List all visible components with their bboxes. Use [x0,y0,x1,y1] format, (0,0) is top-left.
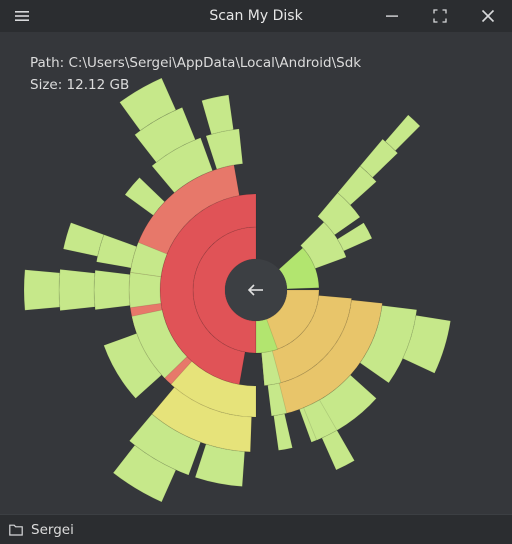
sunburst-segment[interactable] [58,268,96,312]
app-window: Scan My Disk Path: C:\Users\Sergei\AppDa… [0,0,512,544]
sunburst-segment[interactable] [23,269,61,311]
sunburst-segment[interactable] [128,271,162,309]
hamburger-menu-icon[interactable] [10,4,34,28]
sunburst-segment[interactable] [273,413,293,451]
sunburst-segment[interactable] [95,234,138,269]
status-folder-label[interactable]: Sergei [31,522,74,538]
close-icon[interactable] [476,4,500,28]
sunburst-chart [23,77,452,503]
sunburst-segment[interactable] [205,128,244,170]
minimize-icon[interactable] [380,4,404,28]
folder-icon [9,524,23,536]
sunburst-segment[interactable] [93,269,131,311]
window-title: Scan My Disk [209,8,303,24]
status-bar: Sergei [0,514,512,544]
maximize-icon[interactable] [428,4,452,28]
back-button[interactable] [225,259,287,321]
sunburst-segment[interactable] [201,94,234,135]
sunburst-segment[interactable] [62,222,105,257]
main-content: Path: C:\Users\Sergei\AppData\Local\Andr… [0,32,512,514]
sunburst-segment[interactable] [321,429,356,471]
title-bar: Scan My Disk [0,0,512,32]
sunburst-segment[interactable] [384,114,421,152]
